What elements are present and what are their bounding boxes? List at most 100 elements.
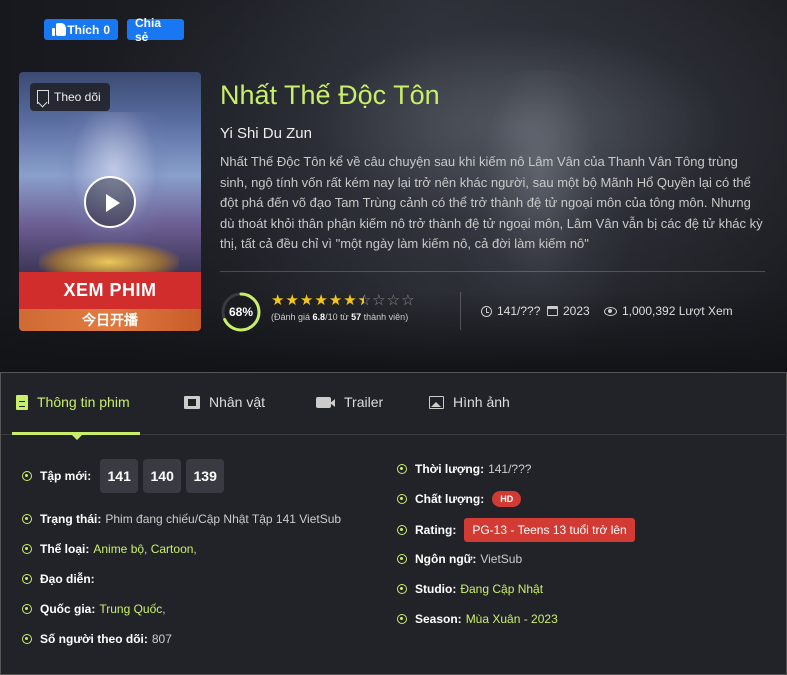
country-link[interactable]: Trung Quốc: [99, 602, 162, 616]
genre-link[interactable]: Anime bộ: [93, 542, 144, 556]
like-label: Thích: [67, 22, 100, 37]
movie-original-title: Yi Shi Du Zun: [220, 125, 312, 142]
bullet-icon: [397, 614, 407, 624]
status-label: Trạng thái:: [40, 512, 102, 526]
poster-caption: 今日开播: [19, 309, 201, 331]
director-label: Đạo diễn:: [40, 572, 95, 586]
episode-button[interactable]: 141: [100, 459, 139, 493]
tab-images[interactable]: Hình ảnh: [429, 391, 510, 413]
star-full-icon[interactable]: ★: [314, 293, 327, 309]
language-value: VietSub: [480, 552, 523, 566]
episode-button[interactable]: 140: [143, 459, 182, 493]
quality-label: Chất lượng:: [415, 492, 485, 506]
director-row: Đạo diễn:: [22, 572, 99, 586]
season-row: Season: Mùa Xuân - 2023: [397, 612, 558, 626]
followers-row: Số người theo dõi: 807: [22, 632, 172, 646]
follow-label: Theo dõi: [54, 90, 101, 104]
star-empty-icon[interactable]: ☆: [387, 293, 400, 309]
facebook-share-button[interactable]: Chia sẻ: [127, 16, 184, 44]
language-label: Ngôn ngữ:: [415, 552, 477, 566]
share-label: Chia sẻ: [135, 15, 162, 44]
star-rating[interactable]: ★★★★★★☆★☆☆☆: [271, 293, 415, 309]
genre-row: Thể loại: Anime bộ, Cartoon,: [22, 542, 197, 556]
watch-movie-button[interactable]: XEM PHIM: [19, 272, 201, 309]
view-count-text: 1,000,392 Lượt Xem: [622, 304, 733, 318]
rating-label: Rating:: [415, 523, 457, 537]
movie-hero: Thích 0 Chia sẻ Theo dõi XEM PHIM 今日开播 N…: [0, 0, 787, 372]
tab-label: Hình ảnh: [453, 394, 510, 410]
film-icon: [184, 395, 200, 409]
country-label: Quốc gia:: [40, 602, 96, 616]
duration-row: Thời lượng: 141/???: [397, 462, 531, 476]
eye-icon: [604, 306, 617, 316]
facebook-like-button[interactable]: Thích 0: [44, 19, 118, 40]
star-half-icon[interactable]: ☆★: [358, 293, 371, 309]
document-icon: [16, 394, 28, 410]
view-count: 1,000,392 Lượt Xem: [604, 304, 733, 318]
star-full-icon[interactable]: ★: [285, 293, 298, 309]
tab-trailer[interactable]: Trailer: [316, 391, 383, 413]
rating-row: Rating: PG-13 - Teens 13 tuổi trở lên: [397, 518, 635, 542]
latest-episodes-row: Tập mới: 141 140 139: [22, 459, 225, 493]
language-row: Ngôn ngữ: VietSub: [397, 552, 522, 566]
tab-movie-info[interactable]: Thông tin phim: [16, 391, 130, 413]
active-tab-caret: [72, 435, 82, 440]
followers-label: Số người theo dõi:: [40, 632, 148, 646]
star-full-icon[interactable]: ★: [329, 293, 342, 309]
meta-divider: [460, 292, 461, 330]
episode-button[interactable]: 139: [186, 459, 225, 493]
studio-link[interactable]: Đang Cập Nhật: [460, 582, 543, 596]
bullet-icon: [397, 584, 407, 594]
bullet-icon: [22, 634, 32, 644]
clock-icon: [481, 305, 492, 317]
studio-row: Studio: Đang Cập Nhật: [397, 582, 543, 596]
movie-description: Nhất Thế Độc Tôn kể về câu chuyện sau kh…: [220, 154, 763, 251]
bullet-icon: [22, 574, 32, 584]
score-percent: 68%: [228, 305, 254, 319]
thumbs-up-icon: [52, 23, 67, 36]
status-row: Trạng thái: Phim đang chiếu/Cập Nhật Tập…: [22, 512, 341, 526]
follow-button[interactable]: Theo dõi: [30, 83, 110, 111]
divider: [220, 271, 765, 272]
rating-votes: 57: [351, 312, 362, 322]
tab-characters[interactable]: Nhân vật: [184, 391, 265, 413]
age-rating-badge: PG-13 - Teens 13 tuổi trở lên: [464, 518, 635, 542]
country-row: Quốc gia: Trung Quốc,: [22, 602, 166, 616]
star-full-icon[interactable]: ★: [343, 293, 356, 309]
bullet-icon: [22, 544, 32, 554]
video-icon: [316, 396, 335, 408]
star-full-icon[interactable]: ★: [271, 293, 284, 309]
season-link[interactable]: Mùa Xuân - 2023: [466, 612, 558, 626]
episode-count: 141/???: [481, 304, 540, 318]
bullet-icon: [22, 604, 32, 614]
movie-title: Nhất Thế Độc Tôn: [220, 80, 440, 110]
rating-summary: (Đánh giá 6.8/10 từ 57 thành viên): [271, 312, 408, 322]
play-button[interactable]: [84, 176, 136, 228]
genre-link[interactable]: Cartoon: [151, 542, 194, 556]
star-empty-icon[interactable]: ☆: [372, 293, 385, 309]
tab-label: Trailer: [344, 394, 384, 410]
movie-poster[interactable]: Theo dõi XEM PHIM 今日开播: [19, 72, 201, 331]
star-full-icon[interactable]: ★: [300, 293, 313, 309]
bullet-icon: [397, 554, 407, 564]
studio-label: Studio:: [415, 582, 457, 596]
quality-badge: HD: [492, 491, 522, 507]
tab-label: Thông tin phim: [37, 394, 130, 410]
bullet-icon: [397, 525, 407, 535]
followers-value: 807: [151, 632, 172, 646]
rating-prefix: (Đánh giá: [271, 312, 311, 322]
star-empty-icon[interactable]: ☆: [401, 293, 414, 309]
duration-value: 141/???: [488, 462, 532, 476]
status-value: Phim đang chiếu/Cập Nhật Tập 141 VietSub: [105, 512, 342, 526]
bookmark-icon: [37, 90, 49, 104]
tab-label: Nhân vật: [209, 394, 266, 410]
bullet-icon: [397, 494, 407, 504]
rating-mid: /10 từ: [325, 312, 349, 322]
bullet-icon: [22, 471, 32, 481]
genre-label: Thể loại:: [40, 542, 90, 556]
rating-value: 6.8: [312, 312, 326, 322]
quality-row: Chất lượng: HD: [397, 491, 522, 507]
rating-suffix: thành viên): [363, 312, 409, 322]
calendar-icon: [547, 306, 558, 316]
info-panel: Thông tin phim Nhân vật Trailer Hình ảnh…: [0, 372, 787, 675]
